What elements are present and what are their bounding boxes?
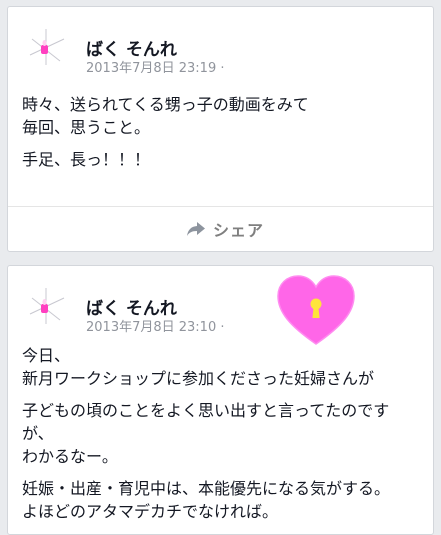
heart-keyhole-sticker (277, 275, 355, 345)
post-timestamp[interactable]: 2013年7月8日 23:19 · (86, 57, 225, 76)
post-card: ばく そんれ 2013年7月8日 23:19 · 時々、送られてくる甥っ子の動画… (7, 6, 434, 252)
post-body: 時々、送られてくる甥っ子の動画をみて 毎回、思うこと。 手足、長っ！！！ (22, 93, 419, 180)
post-footer: シェア (8, 206, 433, 251)
post-paragraph: 子どもの頃のことをよく思い出すと言ってたのです が、 わかるなー。 (22, 401, 390, 466)
post-body: 今日、 新月ワークショップに参加くださった妊婦さんが 子どもの頃のことをよく思い… (22, 344, 419, 532)
share-label: シェア (212, 221, 264, 240)
post-paragraph: 今日、 新月ワークショップに参加くださった妊婦さんが (22, 346, 375, 388)
post-timestamp[interactable]: 2013年7月8日 23:10 · (86, 316, 225, 335)
share-arrow-icon (186, 222, 205, 236)
share-button[interactable]: シェア (179, 213, 272, 245)
avatar[interactable] (24, 284, 68, 328)
post-card: ばく そんれ 2013年7月8日 23:10 · 今日、 新月ワークショップに参… (7, 265, 434, 535)
avatar[interactable] (24, 25, 68, 69)
post-paragraph: 手足、長っ！！！ (22, 150, 151, 169)
post-paragraph: 妊娠・出産・育児中は、本能優先になる気がする。 よほどのアタマデカチでなければ。 (22, 479, 391, 521)
post-paragraph: 時々、送られてくる甥っ子の動画をみて 毎回、思うこと。 (22, 95, 309, 137)
